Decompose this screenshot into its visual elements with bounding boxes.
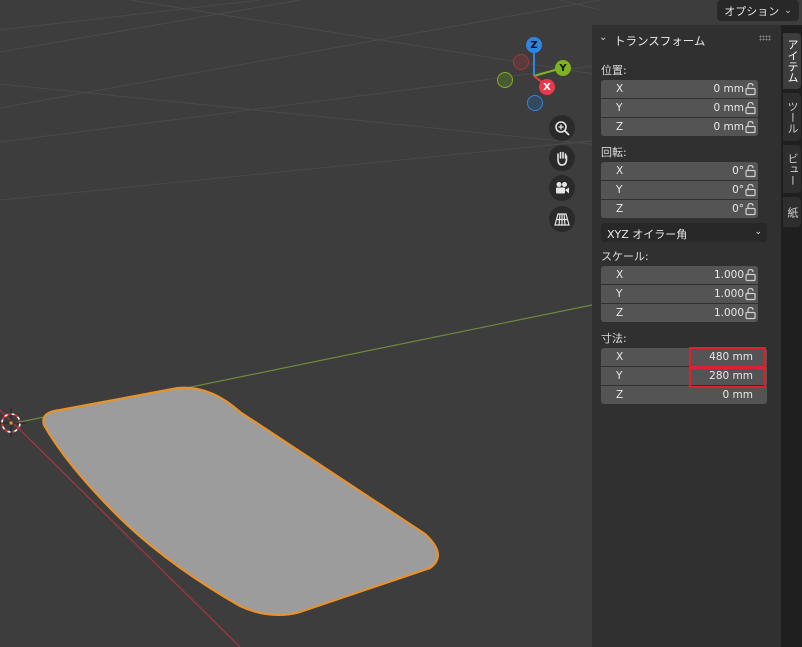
rotation-label: 回転:: [601, 146, 627, 159]
perspective-grid-icon: [554, 213, 570, 226]
lock-icon[interactable]: [744, 306, 758, 320]
rotation-x-field[interactable]: X 0°: [601, 162, 758, 180]
drag-grip-icon[interactable]: [759, 35, 771, 41]
gizmo-y-axis[interactable]: Y: [555, 60, 571, 76]
location-y-field[interactable]: Y 0 mm: [601, 99, 758, 117]
lock-icon[interactable]: [744, 164, 758, 178]
field-value: 0°: [732, 184, 744, 196]
zoom-icon: [555, 121, 570, 136]
rotation-mode-dropdown[interactable]: XYZ オイラー角 ⌄: [601, 223, 767, 242]
scale-x-field[interactable]: X 1.000: [601, 266, 758, 284]
field-value: 1.000: [713, 288, 744, 300]
camera-view-button[interactable]: [549, 175, 575, 201]
axis-label: X: [616, 351, 624, 363]
perspective-toggle-button[interactable]: [549, 206, 575, 232]
axis-label: Z: [616, 389, 624, 401]
hand-pan-icon: [557, 151, 568, 166]
sidebar-panel: ⌄ トランスフォーム 位置: X 0 mm Y 0 mm Z 0 mm 回転: X 0°…: [592, 25, 781, 647]
field-value: 0°: [732, 203, 744, 215]
gizmo-z-axis[interactable]: Z: [526, 37, 542, 53]
field-value: 1.000: [713, 269, 744, 281]
field-value: 1.000: [713, 307, 744, 319]
rotation-mode-label: XYZ オイラー角: [607, 228, 688, 241]
dimensions-z-field[interactable]: Z 0 mm: [601, 386, 767, 404]
transform-panel-header[interactable]: ⌄ トランスフォーム: [592, 29, 781, 51]
axis-label: Z: [616, 307, 624, 319]
lock-icon[interactable]: [744, 101, 758, 115]
field-value: 0 mm: [722, 389, 753, 401]
axis-label: Y: [616, 184, 623, 196]
scale-z-field[interactable]: Z 1.000: [601, 304, 758, 322]
scale-label: スケール:: [601, 250, 649, 263]
axis-label: Y: [616, 370, 623, 382]
floor-grid: [0, 0, 601, 201]
options-dropdown[interactable]: オプション ⌄: [717, 0, 799, 21]
tab-tool[interactable]: ツール: [783, 93, 801, 141]
gizmo-x-axis[interactable]: X: [539, 79, 555, 95]
chevron-down-icon: ⌄: [754, 227, 762, 237]
axis-label: Y: [616, 288, 623, 300]
axis-label: X: [616, 83, 624, 95]
location-x-field[interactable]: X 0 mm: [601, 80, 758, 98]
highlight-box: [689, 367, 766, 388]
tab-item[interactable]: アイテム: [783, 33, 801, 89]
chevron-down-icon: ⌄: [784, 5, 792, 16]
collapse-arrow-icon: ⌄: [599, 32, 608, 43]
zoom-button[interactable]: [549, 115, 575, 141]
highlight-box: [689, 347, 766, 368]
sidebar-tabs: アイテム ツール ビュー 紙: [781, 25, 802, 647]
location-label: 位置:: [601, 64, 627, 77]
gizmo-neg-z[interactable]: [527, 95, 543, 111]
location-z-field[interactable]: Z 0 mm: [601, 118, 758, 136]
rotation-y-field[interactable]: Y 0°: [601, 181, 758, 199]
camera-icon: [556, 182, 569, 194]
lock-icon[interactable]: [744, 120, 758, 134]
field-value: 0°: [732, 165, 744, 177]
axis-label: Z: [616, 203, 624, 215]
tab-paper[interactable]: 紙: [783, 197, 801, 227]
lock-icon[interactable]: [744, 82, 758, 96]
lock-icon[interactable]: [744, 183, 758, 197]
pan-button[interactable]: [549, 145, 575, 171]
lock-icon[interactable]: [744, 268, 758, 282]
field-value: 0 mm: [713, 121, 744, 133]
lock-icon[interactable]: [744, 287, 758, 301]
tab-view[interactable]: ビュー: [783, 145, 801, 193]
rotation-z-field[interactable]: Z 0°: [601, 200, 758, 218]
panel-title: トランスフォーム: [614, 34, 706, 48]
lock-icon[interactable]: [744, 202, 758, 216]
dimensions-label: 寸法:: [601, 332, 627, 345]
gizmo-neg-y[interactable]: [497, 72, 513, 88]
selected-mesh[interactable]: [42, 386, 439, 617]
axis-label: Y: [616, 102, 623, 114]
axis-label: X: [616, 269, 624, 281]
field-value: 0 mm: [713, 102, 744, 114]
field-value: 0 mm: [713, 83, 744, 95]
options-label: オプション: [724, 4, 780, 18]
axis-label: X: [616, 165, 624, 177]
scale-y-field[interactable]: Y 1.000: [601, 285, 758, 303]
gizmo-neg-x[interactable]: [513, 54, 529, 70]
axis-label: Z: [616, 121, 624, 133]
